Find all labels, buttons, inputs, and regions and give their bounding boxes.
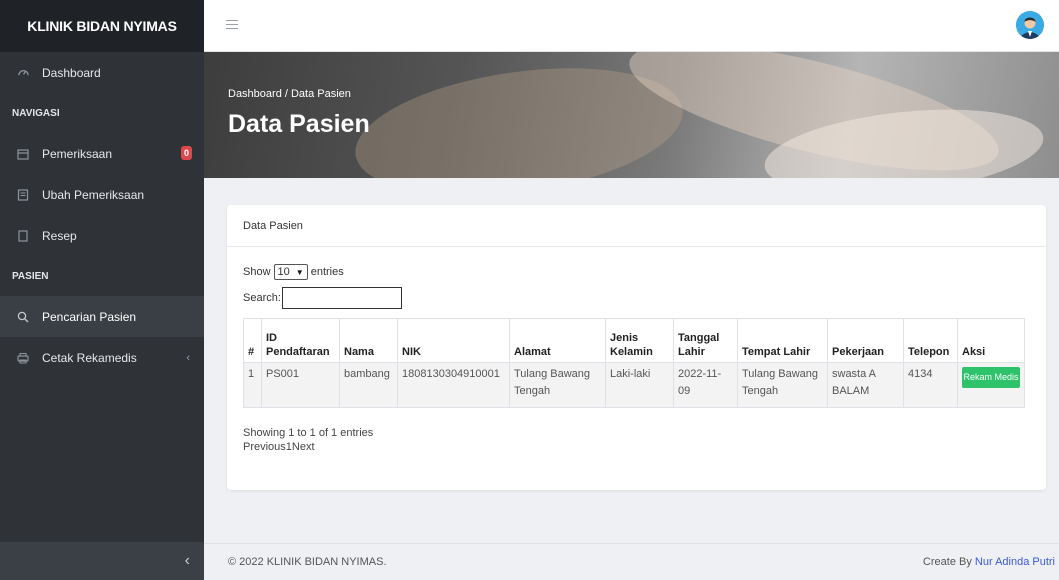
cell-telepon: 4134 — [903, 362, 958, 408]
column-header-alamat[interactable]: Alamat — [509, 318, 606, 363]
cell-jenis-kelamin: Laki-laki — [605, 362, 674, 408]
sidebar-item-resep[interactable]: Resep — [0, 215, 204, 256]
column-header-pekerjaan[interactable]: Pekerjaan — [827, 318, 904, 363]
cell-alamat: Tulang Bawang Tengah — [509, 362, 606, 408]
cell-tempat-lahir: Tulang Bawang Tengah — [737, 362, 828, 408]
sidebar-item-pemeriksaan[interactable]: Pemeriksaan 0 — [0, 133, 204, 174]
search-input[interactable] — [281, 287, 402, 309]
sidebar-heading-navigasi: NAVIGASI — [12, 107, 60, 119]
sidebar-item-label: Cetak Rekamedis — [42, 350, 137, 365]
footer-credit: Create By Nur Adinda Putri — [923, 556, 1055, 568]
printer-icon — [16, 351, 30, 365]
document-icon — [16, 229, 30, 243]
patient-table: # ID Pendaftaran Nama NIK Alamat Jenis K… — [243, 318, 1025, 408]
chevron-down-icon: ▼ — [295, 267, 304, 277]
entries-info: Showing 1 to 1 of 1 entries — [243, 427, 374, 439]
footer-author-link[interactable]: Nur Adinda Putri — [975, 556, 1055, 568]
column-header-tempat-lahir[interactable]: Tempat Lahir — [737, 318, 828, 363]
user-avatar-icon[interactable] — [1016, 11, 1044, 39]
table-row: 1 PS001 bambang 1808130304910001 Tulang … — [243, 362, 1025, 408]
entries-label: entries — [310, 266, 344, 278]
page-header-banner: Dashboard / Data Pasien Data Pasien — [204, 52, 1059, 178]
entries-select[interactable]: 10 ▼ — [273, 264, 308, 280]
entries-select-value: 10 — [277, 266, 290, 278]
column-header-nama[interactable]: Nama — [339, 318, 398, 363]
column-header-telepon[interactable]: Telepon — [903, 318, 958, 363]
sidebar-item-label: Ubah Pemeriksaan — [42, 187, 145, 202]
breadcrumb: Dashboard / Data Pasien — [228, 88, 351, 100]
table-header-row: # ID Pendaftaran Nama NIK Alamat Jenis K… — [243, 318, 1025, 363]
notification-badge: 0 — [181, 146, 192, 160]
sidebar-item-ubah-pemeriksaan[interactable]: Ubah Pemeriksaan — [0, 174, 204, 215]
cell-aksi: Rekam Medis — [957, 362, 1025, 408]
search-icon — [16, 310, 30, 324]
cell-no: 1 — [243, 362, 262, 408]
column-header-id-pendaftaran[interactable]: ID Pendaftaran — [261, 318, 340, 363]
search-control: Search: — [243, 287, 1030, 309]
column-header-jenis-kelamin[interactable]: Jenis Kelamin — [605, 318, 674, 363]
sidebar-collapse-button[interactable]: ‹ — [0, 542, 204, 580]
cell-tanggal-lahir: 2022-11-09 — [673, 362, 738, 408]
column-header-no[interactable]: # — [243, 318, 262, 363]
table-info: Showing 1 to 1 of 1 entries Previous1Nex… — [243, 426, 1030, 454]
calendar-icon — [16, 147, 30, 161]
page-title: Data Pasien — [228, 110, 370, 138]
sidebar-item-cetak-rekamedis[interactable]: Cetak Rekamedis ‹ — [0, 337, 204, 378]
cell-pekerjaan: swasta A BALAM — [827, 362, 904, 408]
hamburger-icon[interactable] — [226, 20, 238, 32]
sidebar: KLINIK BIDAN NYIMAS Dashboard NAVIGASI P… — [0, 0, 204, 580]
rekam-medis-button[interactable]: Rekam Medis — [962, 367, 1020, 388]
chevron-left-icon: ‹ — [184, 552, 190, 569]
topbar — [204, 0, 1059, 52]
sidebar-item-label: Dashboard — [42, 65, 101, 80]
sidebar-item-label: Pemeriksaan — [42, 146, 113, 161]
footer-credit-prefix: Create By — [922, 556, 975, 568]
show-label: Show — [243, 266, 271, 278]
footer: © 2022 KLINIK BIDAN NYIMAS. Create By Nu… — [204, 543, 1059, 580]
cell-nama: bambang — [339, 362, 398, 408]
data-pasien-card: Data Pasien Show 10 ▼ entries Search: # … — [227, 205, 1046, 490]
chevron-left-icon: ‹ — [186, 351, 190, 364]
pagination[interactable]: Previous1Next — [243, 440, 1030, 454]
card-title: Data Pasien — [227, 205, 1046, 247]
cell-nik: 1808130304910001 — [397, 362, 510, 408]
sidebar-item-pencarian-pasien[interactable]: Pencarian Pasien — [0, 296, 204, 337]
cell-id-pendaftaran: PS001 — [261, 362, 340, 408]
column-header-tanggal-lahir[interactable]: Tanggal Lahir — [673, 318, 738, 363]
entries-length-control: Show 10 ▼ entries — [243, 264, 1030, 280]
column-header-nik[interactable]: NIK — [397, 318, 510, 363]
sidebar-item-label: Resep — [42, 228, 77, 243]
sidebar-item-label: Pencarian Pasien — [42, 309, 137, 324]
brand-logo[interactable]: KLINIK BIDAN NYIMAS — [0, 0, 204, 52]
edit-list-icon — [16, 188, 30, 202]
column-header-aksi: Aksi — [957, 318, 1025, 363]
search-label: Search: — [243, 292, 281, 304]
footer-copyright: © 2022 KLINIK BIDAN NYIMAS. — [228, 556, 387, 568]
dashboard-icon — [16, 66, 30, 80]
sidebar-item-dashboard[interactable]: Dashboard — [0, 52, 204, 93]
sidebar-heading-pasien: PASIEN — [12, 270, 49, 282]
